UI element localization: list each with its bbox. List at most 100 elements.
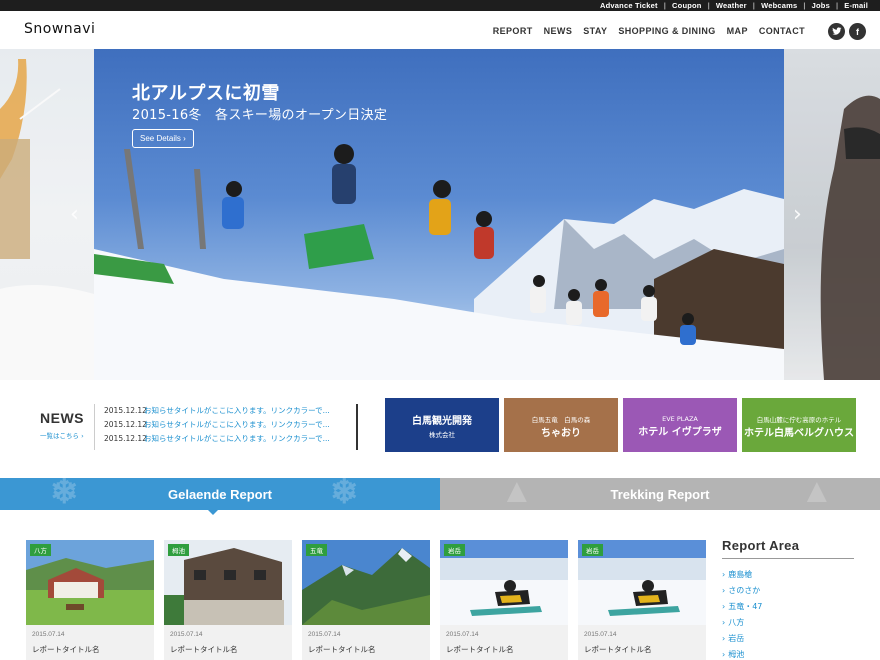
- active-tab-pointer: [207, 509, 219, 515]
- report-image: 八方: [26, 540, 154, 625]
- report-card[interactable]: 岩岳 2015.07.14 レポートタイトル名: [578, 540, 706, 660]
- area-tag: 五竜: [306, 544, 327, 556]
- social-links: f: [828, 23, 866, 40]
- nav-stay[interactable]: STAY: [583, 26, 607, 36]
- weather-link[interactable]: Weather: [716, 1, 747, 10]
- area-link[interactable]: › 八方: [722, 614, 854, 630]
- nav-shopping-dining[interactable]: SHOPPING & DINING: [618, 26, 715, 36]
- news-list: 2015.12.12 お知らせタイトルがここに入ります。リンクカラーで... 2…: [104, 403, 359, 445]
- nav-news[interactable]: NEWS: [544, 26, 573, 36]
- prev-slide-preview[interactable]: [0, 49, 94, 380]
- banner-chaori[interactable]: 白馬五竜 白馬の森 ちゃおり: [504, 398, 618, 452]
- area-link[interactable]: › 五竜・47: [722, 598, 854, 614]
- site-header: Snownavi REPORT NEWS STAY SHOPPING & DIN…: [0, 11, 880, 49]
- news-item[interactable]: 2015.12.12 お知らせタイトルがここに入ります。リンクカラーで...: [104, 431, 359, 445]
- report-title: レポートタイトル名: [446, 645, 514, 654]
- area-link-label: 八方: [728, 617, 745, 627]
- separator: |: [752, 1, 756, 10]
- snowflake-icon: ❄: [50, 478, 79, 510]
- news-title-link[interactable]: お知らせタイトルがここに入ります。リンクカラーで...: [144, 433, 330, 444]
- jobs-link[interactable]: Jobs: [812, 1, 830, 10]
- facebook-icon[interactable]: f: [849, 23, 866, 40]
- area-link[interactable]: › さのさか: [722, 582, 854, 598]
- top-utility-bar: Advance Ticket | Coupon | Weather | Webcams…: [0, 0, 880, 11]
- chevron-right-icon: ›: [722, 649, 726, 659]
- report-image: 栂池: [164, 540, 292, 625]
- twitter-icon[interactable]: [828, 23, 845, 40]
- site-logo[interactable]: Snownavi: [24, 21, 95, 37]
- report-card[interactable]: 岩岳 2015.07.14 レポートタイトル名: [440, 540, 568, 660]
- tab-gelaende-report[interactable]: ❄ ❄ Gelaende Report: [0, 478, 440, 510]
- area-tag: 岩岳: [444, 544, 465, 556]
- report-area-sidebar: Report Area › 鹿島槍 › さのさか › 五竜・47 › 八方 › 岩岳 › 栂…: [722, 538, 854, 660]
- report-date: 2015.07.14: [584, 631, 617, 638]
- banner-berghaus[interactable]: 白馬山麓に佇む高原のホテル ホテル白馬ベルグハウス: [742, 398, 856, 452]
- area-tag: 岩岳: [582, 544, 603, 556]
- hero-slide: 北アルプスに初雪 2015-16冬 各スキー場のオープン日決定 See Deta…: [94, 49, 784, 380]
- report-date: 2015.07.14: [32, 631, 65, 638]
- area-link[interactable]: › 栂池: [722, 646, 854, 660]
- coupon-link[interactable]: Coupon: [672, 1, 702, 10]
- area-tag: 栂池: [168, 544, 189, 556]
- report-card[interactable]: 栂池 2015.07.14 レポートタイトル名: [164, 540, 292, 660]
- report-tabs: ❄ ❄ Gelaende Report ▲ ▲ Trekking Report: [0, 478, 880, 510]
- main-nav: REPORT NEWS STAY SHOPPING & DINING MAP C…: [493, 26, 805, 36]
- area-link-label: 岩岳: [728, 633, 745, 643]
- report-title: レポートタイトル名: [32, 645, 100, 654]
- report-image: 岩岳: [440, 540, 568, 625]
- boot-icon: ▲: [800, 478, 834, 510]
- separator: |: [835, 1, 839, 10]
- area-link[interactable]: › 鹿島槍: [722, 566, 854, 582]
- banner-hakuba-kanko[interactable]: 白馬観光開発 株式会社: [385, 398, 499, 452]
- banner-eve-plaza[interactable]: EVE PLAZA ホテル イヴプラザ: [623, 398, 737, 452]
- carousel-next-arrow[interactable]: ›: [793, 202, 802, 227]
- banner-line1: ちゃおり: [541, 427, 581, 439]
- report-date: 2015.07.14: [308, 631, 341, 638]
- news-date: 2015.12.12: [104, 433, 147, 443]
- area-tag: 八方: [30, 544, 51, 556]
- banner-line2: 白馬五竜 白馬の森: [531, 415, 591, 424]
- banner-line2: 白馬山麓に佇む高原のホテル: [756, 415, 842, 424]
- banner-line1: 白馬観光開発: [412, 415, 472, 427]
- separator: |: [707, 1, 710, 10]
- tab-label: Gelaende Report: [167, 486, 273, 502]
- nav-map[interactable]: MAP: [727, 26, 748, 36]
- news-all-link[interactable]: 一覧はこちら ›: [40, 430, 84, 440]
- report-date: 2015.07.14: [170, 631, 203, 638]
- tab-label: Trekking Report: [610, 486, 710, 502]
- tab-trekking-report[interactable]: ▲ ▲ Trekking Report: [440, 478, 880, 510]
- nav-contact[interactable]: CONTACT: [759, 26, 805, 36]
- news-item[interactable]: 2015.12.12 お知らせタイトルがここに入ります。リンクカラーで...: [104, 403, 359, 417]
- news-scrollbar[interactable]: [356, 404, 358, 450]
- separator: |: [803, 1, 806, 10]
- carousel-prev-arrow[interactable]: ‹: [70, 202, 79, 227]
- area-link-label: 栂池: [728, 649, 745, 659]
- top-links: Advance Ticket | Coupon | Weather | Webcams…: [600, 0, 868, 11]
- banner-line2: 株式会社: [429, 430, 455, 439]
- news-title-link[interactable]: お知らせタイトルがここに入ります。リンクカラーで...: [144, 419, 330, 430]
- hero-title: 北アルプスに初雪: [132, 83, 280, 104]
- news-title-link[interactable]: お知らせタイトルがここに入ります。リンクカラーで...: [144, 405, 330, 416]
- snowflake-icon: ❄: [330, 478, 359, 510]
- news-heading: NEWS: [40, 410, 84, 426]
- separator: |: [663, 1, 667, 10]
- area-link[interactable]: › 岩岳: [722, 630, 854, 646]
- report-date: 2015.07.14: [446, 631, 479, 638]
- sponsor-banners: 白馬観光開発 株式会社 白馬五竜 白馬の森 ちゃおり EVE PLAZA ホテル…: [385, 398, 856, 452]
- area-link-label: 五竜・47: [728, 601, 763, 611]
- nav-report[interactable]: REPORT: [493, 26, 533, 36]
- mountain-icon: ▲: [500, 478, 534, 510]
- chevron-right-icon: ›: [722, 617, 726, 627]
- advance-ticket-link[interactable]: Advance Ticket: [600, 1, 658, 10]
- banner-line1: ホテル イヴプラザ: [638, 426, 722, 438]
- report-card[interactable]: 五竜 2015.07.14 レポートタイトル名: [302, 540, 430, 660]
- chevron-right-icon: ›: [722, 633, 726, 643]
- report-card[interactable]: 八方 2015.07.14 レポートタイトル名: [26, 540, 154, 660]
- news-item[interactable]: 2015.12.12 お知らせタイトルがここに入ります。リンクカラーで...: [104, 417, 359, 431]
- see-details-button[interactable]: See Details ›: [132, 129, 194, 148]
- webcams-link[interactable]: Webcams: [761, 1, 797, 10]
- news-date: 2015.12.12: [104, 405, 147, 415]
- report-image: 岩岳: [578, 540, 706, 625]
- area-link-label: さのさか: [728, 585, 761, 595]
- email-link[interactable]: E-mail: [844, 1, 868, 10]
